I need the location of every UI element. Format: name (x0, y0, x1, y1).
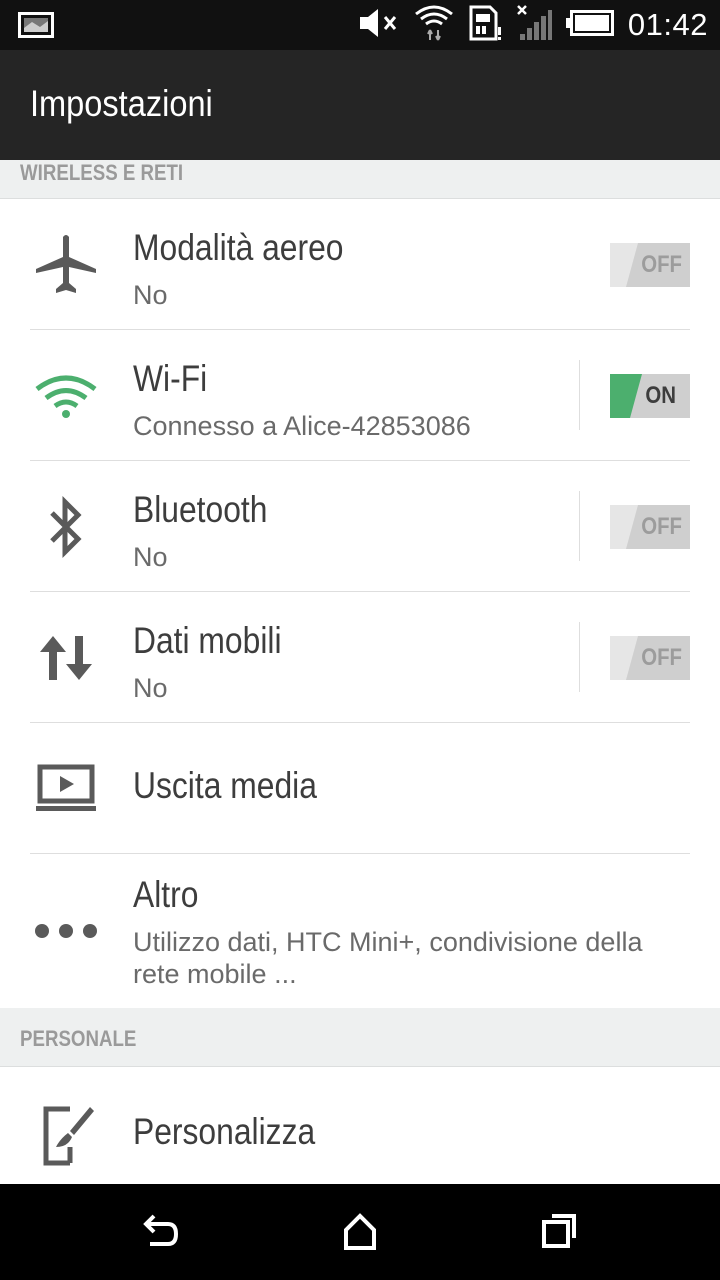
notification-image-icon (18, 12, 54, 43)
toggle-state: OFF (641, 513, 682, 540)
airplane-icon (30, 199, 102, 330)
navigation-bar (0, 1184, 720, 1280)
section-header-label: WIRELESS E RETI (20, 160, 184, 185)
back-icon[interactable] (138, 1210, 182, 1254)
setting-mobile-data[interactable]: Dati mobili No OFF (0, 592, 720, 723)
wifi-status-icon (414, 4, 454, 47)
wifi-toggle[interactable]: ON (610, 374, 690, 418)
setting-personalize[interactable]: Personalizza (0, 1067, 720, 1184)
setting-label: Uscita media (133, 765, 317, 806)
setting-subtitle: No (133, 280, 168, 310)
media-output-icon (30, 723, 102, 854)
status-bar: 01:42 (0, 0, 720, 50)
toggle-state: ON (645, 382, 676, 409)
toggle-state: OFF (641, 251, 682, 278)
section-header-wireless: WIRELESS E RETI (0, 160, 720, 199)
section-header-personal: PERSONALE (0, 1008, 720, 1067)
setting-label: Wi-Fi (133, 358, 208, 399)
setting-wifi[interactable]: Wi-Fi Connesso a Alice-42853086 ON (0, 330, 720, 461)
bluetooth-icon (30, 461, 102, 592)
setting-subtitle: Utilizzo dati, HTC Mini+, condivisione d… (133, 927, 643, 989)
more-dots-icon (30, 854, 102, 1008)
home-icon[interactable] (338, 1210, 382, 1254)
setting-label: Dati mobili (133, 620, 282, 661)
setting-label: Altro (133, 874, 199, 915)
setting-airplane-mode[interactable]: Modalità aereo No OFF (0, 199, 720, 330)
battery-icon (565, 9, 614, 41)
setting-label: Modalità aereo (133, 227, 344, 268)
setting-media-output[interactable]: Uscita media (0, 723, 720, 854)
toggle-state: OFF (641, 644, 682, 671)
vertical-divider (579, 622, 580, 692)
setting-label: Bluetooth (133, 489, 268, 530)
airplane-mode-toggle[interactable]: OFF (610, 243, 690, 287)
setting-subtitle: No (133, 542, 168, 572)
setting-subtitle: Connesso a Alice-42853086 (133, 411, 471, 441)
setting-subtitle: No (133, 673, 168, 703)
setting-more[interactable]: Altro Utilizzo dati, HTC Mini+, condivis… (0, 854, 720, 1008)
app-bar: Impostazioni (0, 50, 720, 160)
vertical-divider (579, 491, 580, 561)
recents-icon[interactable] (538, 1210, 582, 1254)
status-clock: 01:42 (627, 7, 708, 42)
signal-off-icon (516, 4, 552, 47)
page-title: Impostazioni (30, 83, 213, 124)
vertical-divider (579, 360, 580, 430)
sim-alert-icon (468, 5, 502, 46)
mobile-data-icon (30, 592, 102, 723)
setting-label: Personalizza (133, 1111, 316, 1152)
wifi-icon (30, 330, 102, 461)
mobile-data-toggle[interactable]: OFF (610, 636, 690, 680)
settings-list[interactable]: WIRELESS E RETI Modalità aereo No OFF Wi… (0, 160, 720, 1184)
bluetooth-toggle[interactable]: OFF (610, 505, 690, 549)
personalize-icon (30, 1067, 102, 1184)
setting-bluetooth[interactable]: Bluetooth No OFF (0, 461, 720, 592)
volume-muted-icon (358, 7, 400, 44)
section-header-label: PERSONALE (20, 1026, 137, 1051)
